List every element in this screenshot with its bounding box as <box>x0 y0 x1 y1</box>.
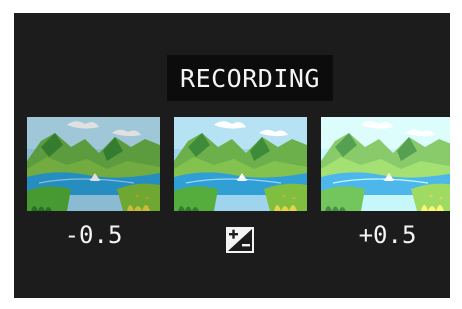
bracket-frame-plus <box>321 117 450 211</box>
bracket-frame-normal <box>174 117 307 211</box>
landscape-thumbnail-darker <box>27 117 160 211</box>
screen-title: RECORDING <box>180 63 320 93</box>
landscape-thumbnail-normal <box>174 117 307 211</box>
title-box: RECORDING <box>167 55 333 101</box>
landscape-thumbnail-brighter <box>321 117 450 211</box>
exposure-label-plus: +0.5 <box>358 221 417 249</box>
exposure-label-minus: -0.5 <box>64 221 123 249</box>
exposure-compensation-icon <box>226 227 254 253</box>
bracket-frame-minus <box>27 117 160 211</box>
camera-screen: RECORDING -0.5 +0.5 <box>14 13 450 298</box>
